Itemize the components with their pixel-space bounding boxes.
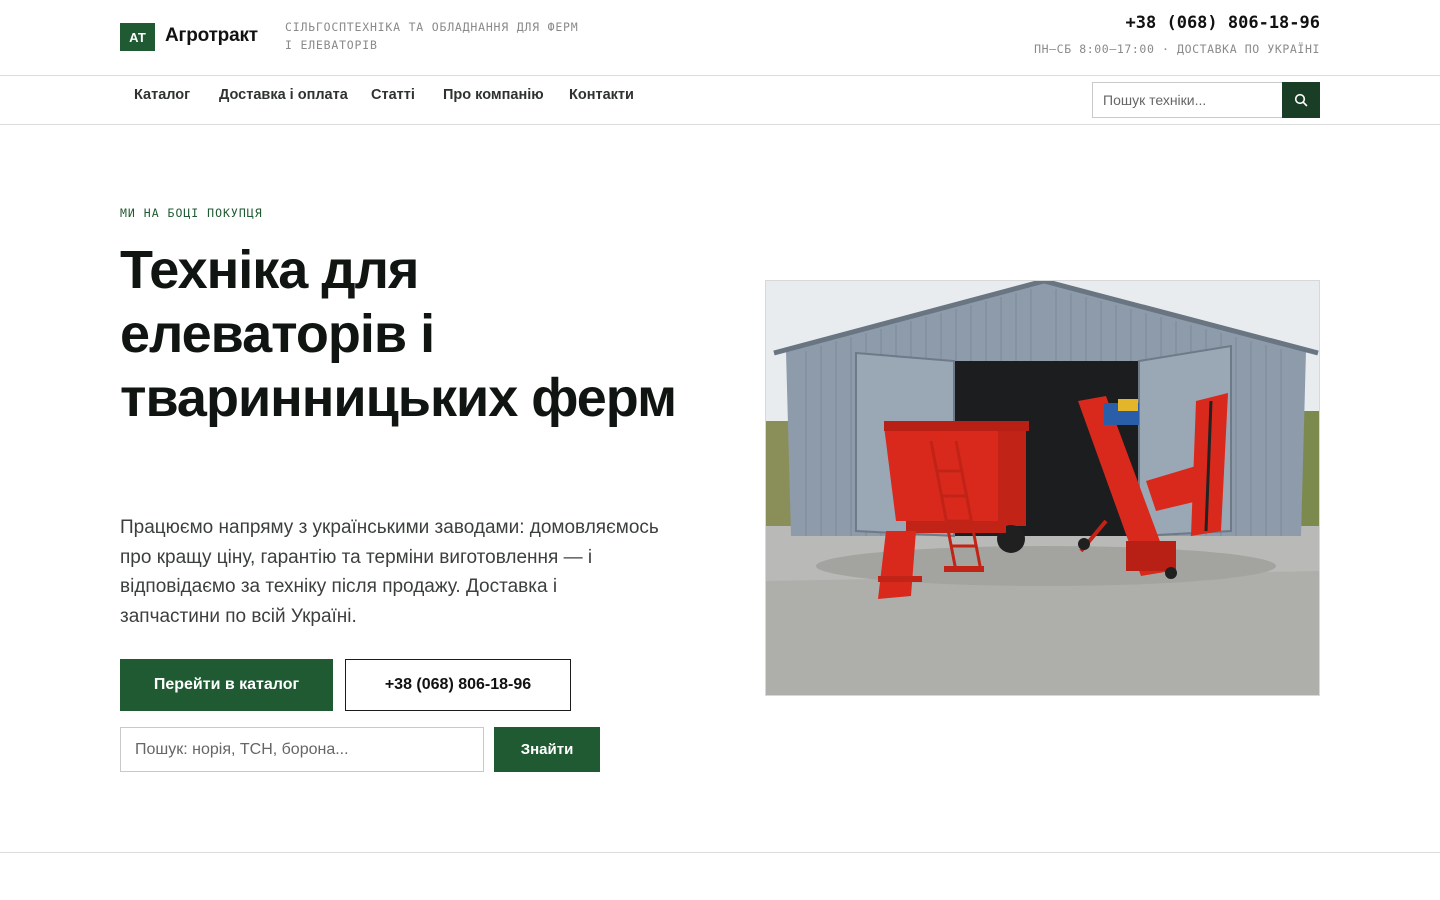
working-hours: Пн–Сб 8:00–17:00 · доставка по Україні bbox=[1034, 42, 1320, 56]
header-search-input[interactable] bbox=[1092, 82, 1283, 118]
hero-photo bbox=[765, 280, 1320, 696]
section-divider bbox=[0, 852, 1440, 853]
hero-title: Техніка для елеваторів і тваринницьких ф… bbox=[120, 240, 677, 428]
logo-mark[interactable]: АТ bbox=[120, 23, 155, 51]
header-search-button[interactable] bbox=[1282, 82, 1320, 118]
catalog-button[interactable]: Перейти в каталог bbox=[120, 659, 333, 711]
brand-tagline: Сільгосптехніка та обладнання для ферм і… bbox=[285, 20, 579, 52]
hero-description: Працюємо напряму з українськими заводами… bbox=[120, 517, 659, 627]
phone-button[interactable]: +38 (068) 806-18-96 bbox=[345, 659, 571, 711]
nav-item-contacts[interactable]: Контакти bbox=[569, 87, 634, 103]
hero-search-input[interactable] bbox=[120, 727, 484, 772]
hangar-illustration bbox=[766, 281, 1319, 695]
main-navigation: Каталог Доставка і оплата Статті Про ком… bbox=[0, 76, 1440, 125]
nav-item-delivery[interactable]: Доставка і оплата bbox=[219, 87, 348, 103]
search-icon bbox=[1294, 93, 1308, 107]
nav-item-about[interactable]: Про компанію bbox=[443, 87, 544, 103]
header-phone-link[interactable]: +38 (068) 806-18-96 bbox=[1126, 13, 1320, 33]
logo-name[interactable]: Агротракт bbox=[165, 25, 258, 47]
hero-eyebrow: Ми на боці покупця bbox=[120, 206, 263, 220]
top-header: АТ Агротракт Сільгосптехніка та обладнан… bbox=[0, 0, 1440, 76]
nav-item-catalog[interactable]: Каталог bbox=[134, 87, 190, 103]
hero-search-button[interactable]: Знайти bbox=[494, 727, 600, 772]
nav-item-articles[interactable]: Статті bbox=[371, 87, 415, 103]
